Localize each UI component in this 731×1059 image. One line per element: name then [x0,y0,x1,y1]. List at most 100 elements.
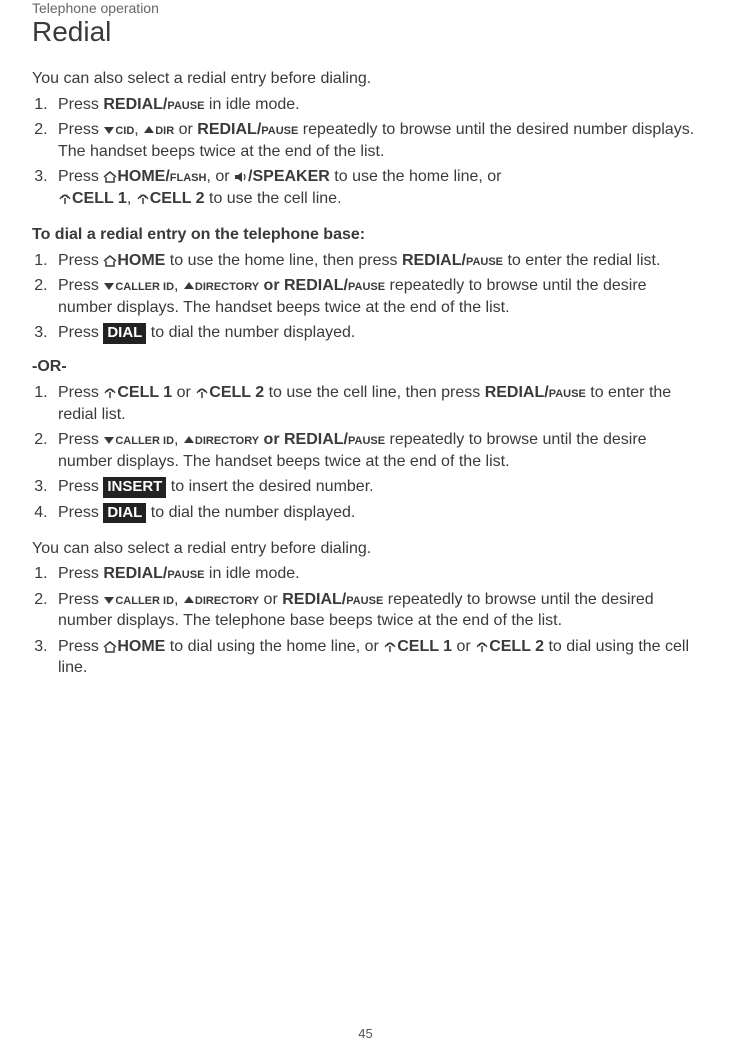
text: or [172,384,195,401]
text: to dial the number displayed. [146,504,355,521]
key-cell-2: CELL 2 [489,638,544,655]
text: Press [58,324,103,341]
text: to dial using the home line, or [165,638,383,655]
key-dir: DIR [155,121,174,138]
key-cid: CID [115,121,134,138]
home-icon [103,255,117,267]
speaker-icon [234,171,248,183]
text: to enter the redial list. [503,252,660,269]
text: Press [58,638,103,655]
key-caller-id: CALLER ID [115,277,174,294]
list-item: Press HOME/FLASH, or /SPEAKER to use the… [52,166,699,209]
text: , [134,121,143,138]
text: Press [58,168,103,185]
key-redial-pause: REDIAL/PAUSE [402,252,503,269]
list-item: Press CID, DIR or REDIAL/PAUSE repeatedl… [52,119,699,162]
procedure-3: Press CELL 1 or CELL 2 to use the cell l… [32,382,699,524]
cell-icon [103,387,117,399]
key-redial-pause: REDIAL/PAUSE [103,565,204,582]
key-directory: DIRECTORY [195,431,259,448]
text: , [127,190,136,207]
text: to use the home line, then press [165,252,402,269]
down-arrow-icon [103,280,115,292]
down-arrow-icon [103,594,115,606]
page-number: 45 [0,1026,731,1041]
up-arrow-icon [183,280,195,292]
text: or [174,121,197,138]
page-title: Redial [32,16,699,48]
text: Press [58,504,103,521]
breadcrumb: Telephone operation [32,0,699,16]
text: , [174,431,183,448]
key-home: HOME [117,252,165,269]
text: Press [58,565,103,582]
text: , [174,277,183,294]
key-cell-2: CELL 2 [150,190,205,207]
text: Press [58,384,103,401]
cell-icon [383,641,397,653]
up-arrow-icon [183,434,195,446]
down-arrow-icon [103,434,115,446]
softkey-dial: DIAL [103,323,146,343]
text: or [259,591,282,608]
text: Press [58,591,103,608]
text: , or [206,168,234,185]
text: to use the cell line. [205,190,342,207]
text: Press [58,252,103,269]
text: or [259,277,284,294]
key-redial-pause: REDIAL/PAUSE [103,96,204,113]
cell-icon [195,387,209,399]
list-item: Press CALLER ID, DIRECTORY or REDIAL/PAU… [52,429,699,472]
procedure-4: Press REDIAL/PAUSE in idle mode. Press C… [32,563,699,679]
key-cell-1: CELL 1 [72,190,127,207]
key-home: HOME [117,638,165,655]
key-cell-1: CELL 1 [397,638,452,655]
list-item: Press INSERT to insert the desired numbe… [52,476,699,498]
text: , [174,591,183,608]
procedure-2: Press HOME to use the home line, then pr… [32,250,699,344]
procedure-1: Press REDIAL/PAUSE in idle mode. Press C… [32,94,699,210]
softkey-dial: DIAL [103,503,146,523]
up-arrow-icon [143,124,155,136]
key-speaker: /SPEAKER [248,168,330,185]
cell-icon [475,641,489,653]
list-item: Press HOME to use the home line, then pr… [52,250,699,272]
key-directory: DIRECTORY [195,277,259,294]
key-home-flash: HOME/FLASH [117,168,206,185]
key-redial-pause: REDIAL/PAUSE [284,277,385,294]
home-icon [103,641,117,653]
text: or [452,638,475,655]
text: to dial the number displayed. [146,324,355,341]
text: or [259,431,284,448]
key-cell-2: CELL 2 [209,384,264,401]
key-caller-id: CALLER ID [115,591,174,608]
key-caller-id: CALLER ID [115,431,174,448]
manual-page: Telephone operation Redial You can also … [0,0,731,1059]
text: Press [58,478,103,495]
text: to use the cell line, then press [264,384,485,401]
list-item: Press CALLER ID, DIRECTORY or REDIAL/PAU… [52,589,699,632]
home-icon [103,171,117,183]
text: to insert the desired number. [166,478,373,495]
section-heading: To dial a redial entry on the telephone … [32,226,699,244]
key-redial-pause: REDIAL/PAUSE [282,591,383,608]
cell-icon [136,193,150,205]
list-item: Press CALLER ID, DIRECTORY or REDIAL/PAU… [52,275,699,318]
intro-paragraph-1: You can also select a redial entry befor… [32,68,699,90]
text: to use the home line, or [330,168,502,185]
key-redial-pause: REDIAL/PAUSE [284,431,385,448]
list-item: Press REDIAL/PAUSE in idle mode. [52,94,699,116]
up-arrow-icon [183,594,195,606]
key-redial-pause: REDIAL/PAUSE [197,121,298,138]
cell-icon [58,193,72,205]
text: Press [58,431,103,448]
list-item: Press REDIAL/PAUSE in idle mode. [52,563,699,585]
list-item: Press DIAL to dial the number displayed. [52,322,699,344]
list-item: Press CELL 1 or CELL 2 to use the cell l… [52,382,699,425]
intro-paragraph-2: You can also select a redial entry befor… [32,538,699,560]
text: in idle mode. [204,565,299,582]
text: in idle mode. [204,96,299,113]
list-item: Press DIAL to dial the number displayed. [52,502,699,524]
key-cell-1: CELL 1 [117,384,172,401]
text: Press [58,121,103,138]
